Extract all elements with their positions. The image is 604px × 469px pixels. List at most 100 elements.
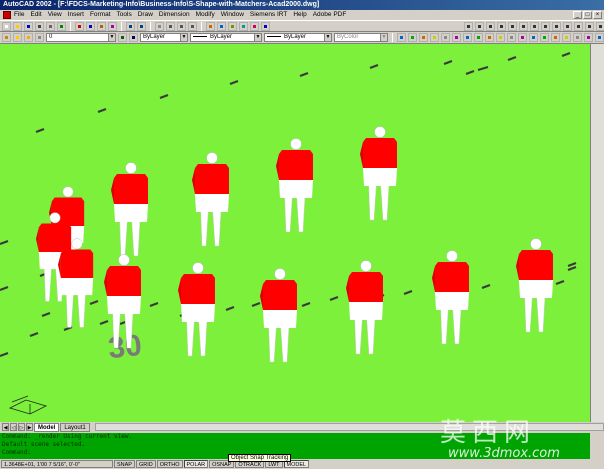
fog-icon[interactable] [485, 33, 494, 42]
save-icon[interactable] [24, 21, 33, 31]
layer-dropdown[interactable]: 0 ▼ [46, 33, 116, 42]
snap-center-icon[interactable] [497, 21, 506, 31]
open-icon[interactable] [13, 21, 22, 31]
snap-nearest-icon[interactable] [563, 21, 572, 31]
menu-item-siemens-irt[interactable]: Siemens IRT [250, 10, 287, 20]
menu-item-modify[interactable]: Modify [196, 10, 215, 20]
lights-icon[interactable] [430, 33, 439, 42]
status-snap-button[interactable]: SNAP [114, 460, 135, 468]
hash-mark [403, 289, 413, 296]
osnap-settings-icon[interactable] [585, 21, 594, 31]
status-polar-button[interactable]: POLAR [183, 460, 209, 468]
zoom-window-icon[interactable] [177, 21, 186, 31]
tool-palettes-icon[interactable] [228, 21, 237, 31]
zoom-previous-icon[interactable] [188, 21, 197, 31]
snap-endpoint-icon[interactable] [464, 21, 473, 31]
view-right-icon[interactable] [595, 33, 604, 42]
menu-item-edit[interactable]: Edit [30, 10, 41, 20]
menu-item-adobe-pdf[interactable]: Adobe PDF [313, 10, 347, 20]
tab-first-icon[interactable]: ◀ [2, 423, 9, 431]
mapping-icon[interactable] [463, 33, 472, 42]
render-icon[interactable] [408, 33, 417, 42]
view-top-icon[interactable] [573, 33, 582, 42]
snap-quadrant-icon[interactable] [508, 21, 517, 31]
shade-icon[interactable] [551, 33, 560, 42]
undo-icon[interactable] [126, 21, 135, 31]
help-icon[interactable] [261, 21, 270, 31]
3d-orbit-icon[interactable] [562, 33, 571, 42]
vertical-scrollbar[interactable] [590, 44, 604, 422]
layer-manager-icon[interactable] [2, 33, 11, 42]
scenes-icon[interactable] [419, 33, 428, 42]
tab-model[interactable]: Model [34, 422, 60, 432]
properties-icon[interactable] [206, 21, 215, 31]
tab-prev-icon[interactable]: ◁ [10, 423, 17, 431]
tab-last-icon[interactable]: ▶ [26, 423, 33, 431]
print-preview-icon[interactable] [46, 21, 55, 31]
plotstyle-dropdown[interactable]: ByColor ▼ [334, 33, 388, 42]
view-front-icon[interactable] [584, 33, 593, 42]
color-dropdown[interactable]: ByLayer ▼ [140, 33, 188, 42]
design-center-icon[interactable] [217, 21, 226, 31]
menu-item-tools[interactable]: Tools [117, 10, 132, 20]
sun-icon[interactable] [24, 33, 33, 42]
markup-icon[interactable] [250, 21, 259, 31]
copy-icon[interactable] [86, 21, 95, 31]
dbconnect-icon[interactable] [239, 21, 248, 31]
close-button[interactable]: × [593, 11, 602, 19]
chevron-down-icon: ▼ [324, 34, 331, 41]
menu-item-help[interactable]: Help [293, 10, 306, 20]
materials-icon[interactable] [441, 33, 450, 42]
make-current-layer-icon[interactable] [118, 33, 127, 42]
hash-mark [329, 295, 339, 302]
minimize-button[interactable]: _ [573, 11, 582, 19]
pan-icon[interactable] [155, 21, 164, 31]
snap-none-icon[interactable] [574, 21, 583, 31]
publish-icon[interactable] [57, 21, 66, 31]
snap-perpendicular-icon[interactable] [530, 21, 539, 31]
landscape-library-icon[interactable] [518, 33, 527, 42]
layer-previous-icon[interactable] [129, 33, 138, 42]
linetype-dropdown[interactable]: ByLayer ▼ [190, 33, 262, 42]
restore-button[interactable]: □ [583, 11, 592, 19]
snap-midpoint-icon[interactable] [475, 21, 484, 31]
background-icon[interactable] [474, 33, 483, 42]
zoom-realtime-icon[interactable] [166, 21, 175, 31]
hash-mark [507, 55, 517, 62]
landscape-edit-icon[interactable] [507, 33, 516, 42]
menu-item-file[interactable]: File [14, 10, 24, 20]
landscape-new-icon[interactable] [496, 33, 505, 42]
statistics-icon[interactable] [540, 33, 549, 42]
lineweight-dropdown[interactable]: ByLayer ▼ [264, 33, 332, 42]
tracking-icon[interactable] [596, 21, 604, 31]
redo-icon[interactable] [137, 21, 146, 31]
status-grid-button[interactable]: GRID [135, 460, 156, 468]
watermark-logo: 莫西网 [440, 418, 537, 448]
snap-insertion-icon[interactable] [552, 21, 561, 31]
autocad-logo-icon[interactable] [3, 11, 11, 19]
paste-icon[interactable] [97, 21, 106, 31]
menu-item-insert[interactable]: Insert [68, 10, 84, 20]
tab-next-icon[interactable]: ▷ [18, 423, 25, 431]
snap-node-icon[interactable] [541, 21, 550, 31]
lightbulb-icon[interactable] [13, 33, 22, 42]
menu-item-window[interactable]: Window [221, 10, 244, 20]
snap-tangent-icon[interactable] [519, 21, 528, 31]
materials-library-icon[interactable] [452, 33, 461, 42]
menu-item-dimension[interactable]: Dimension [159, 10, 190, 20]
lock-icon[interactable] [35, 33, 44, 42]
menu-item-format[interactable]: Format [90, 10, 111, 20]
print-icon[interactable] [35, 21, 44, 31]
render-preferences-icon[interactable] [529, 33, 538, 42]
new-icon[interactable] [2, 21, 11, 31]
menu-item-draw[interactable]: Draw [138, 10, 153, 20]
match-properties-icon[interactable] [108, 21, 117, 31]
cut-icon[interactable] [75, 21, 84, 31]
menu-item-view[interactable]: View [48, 10, 62, 20]
drawing-viewport[interactable]: 30 [0, 44, 590, 422]
tab-layout1[interactable]: Layout1 [60, 422, 90, 432]
status-ortho-button[interactable]: ORTHO [156, 460, 183, 468]
snap-intersection-icon[interactable] [486, 21, 495, 31]
hide-icon[interactable] [397, 33, 406, 42]
coordinate-readout[interactable]: 1.3648E+01, 1'00 7 5/16", 0'-0" [1, 460, 113, 468]
